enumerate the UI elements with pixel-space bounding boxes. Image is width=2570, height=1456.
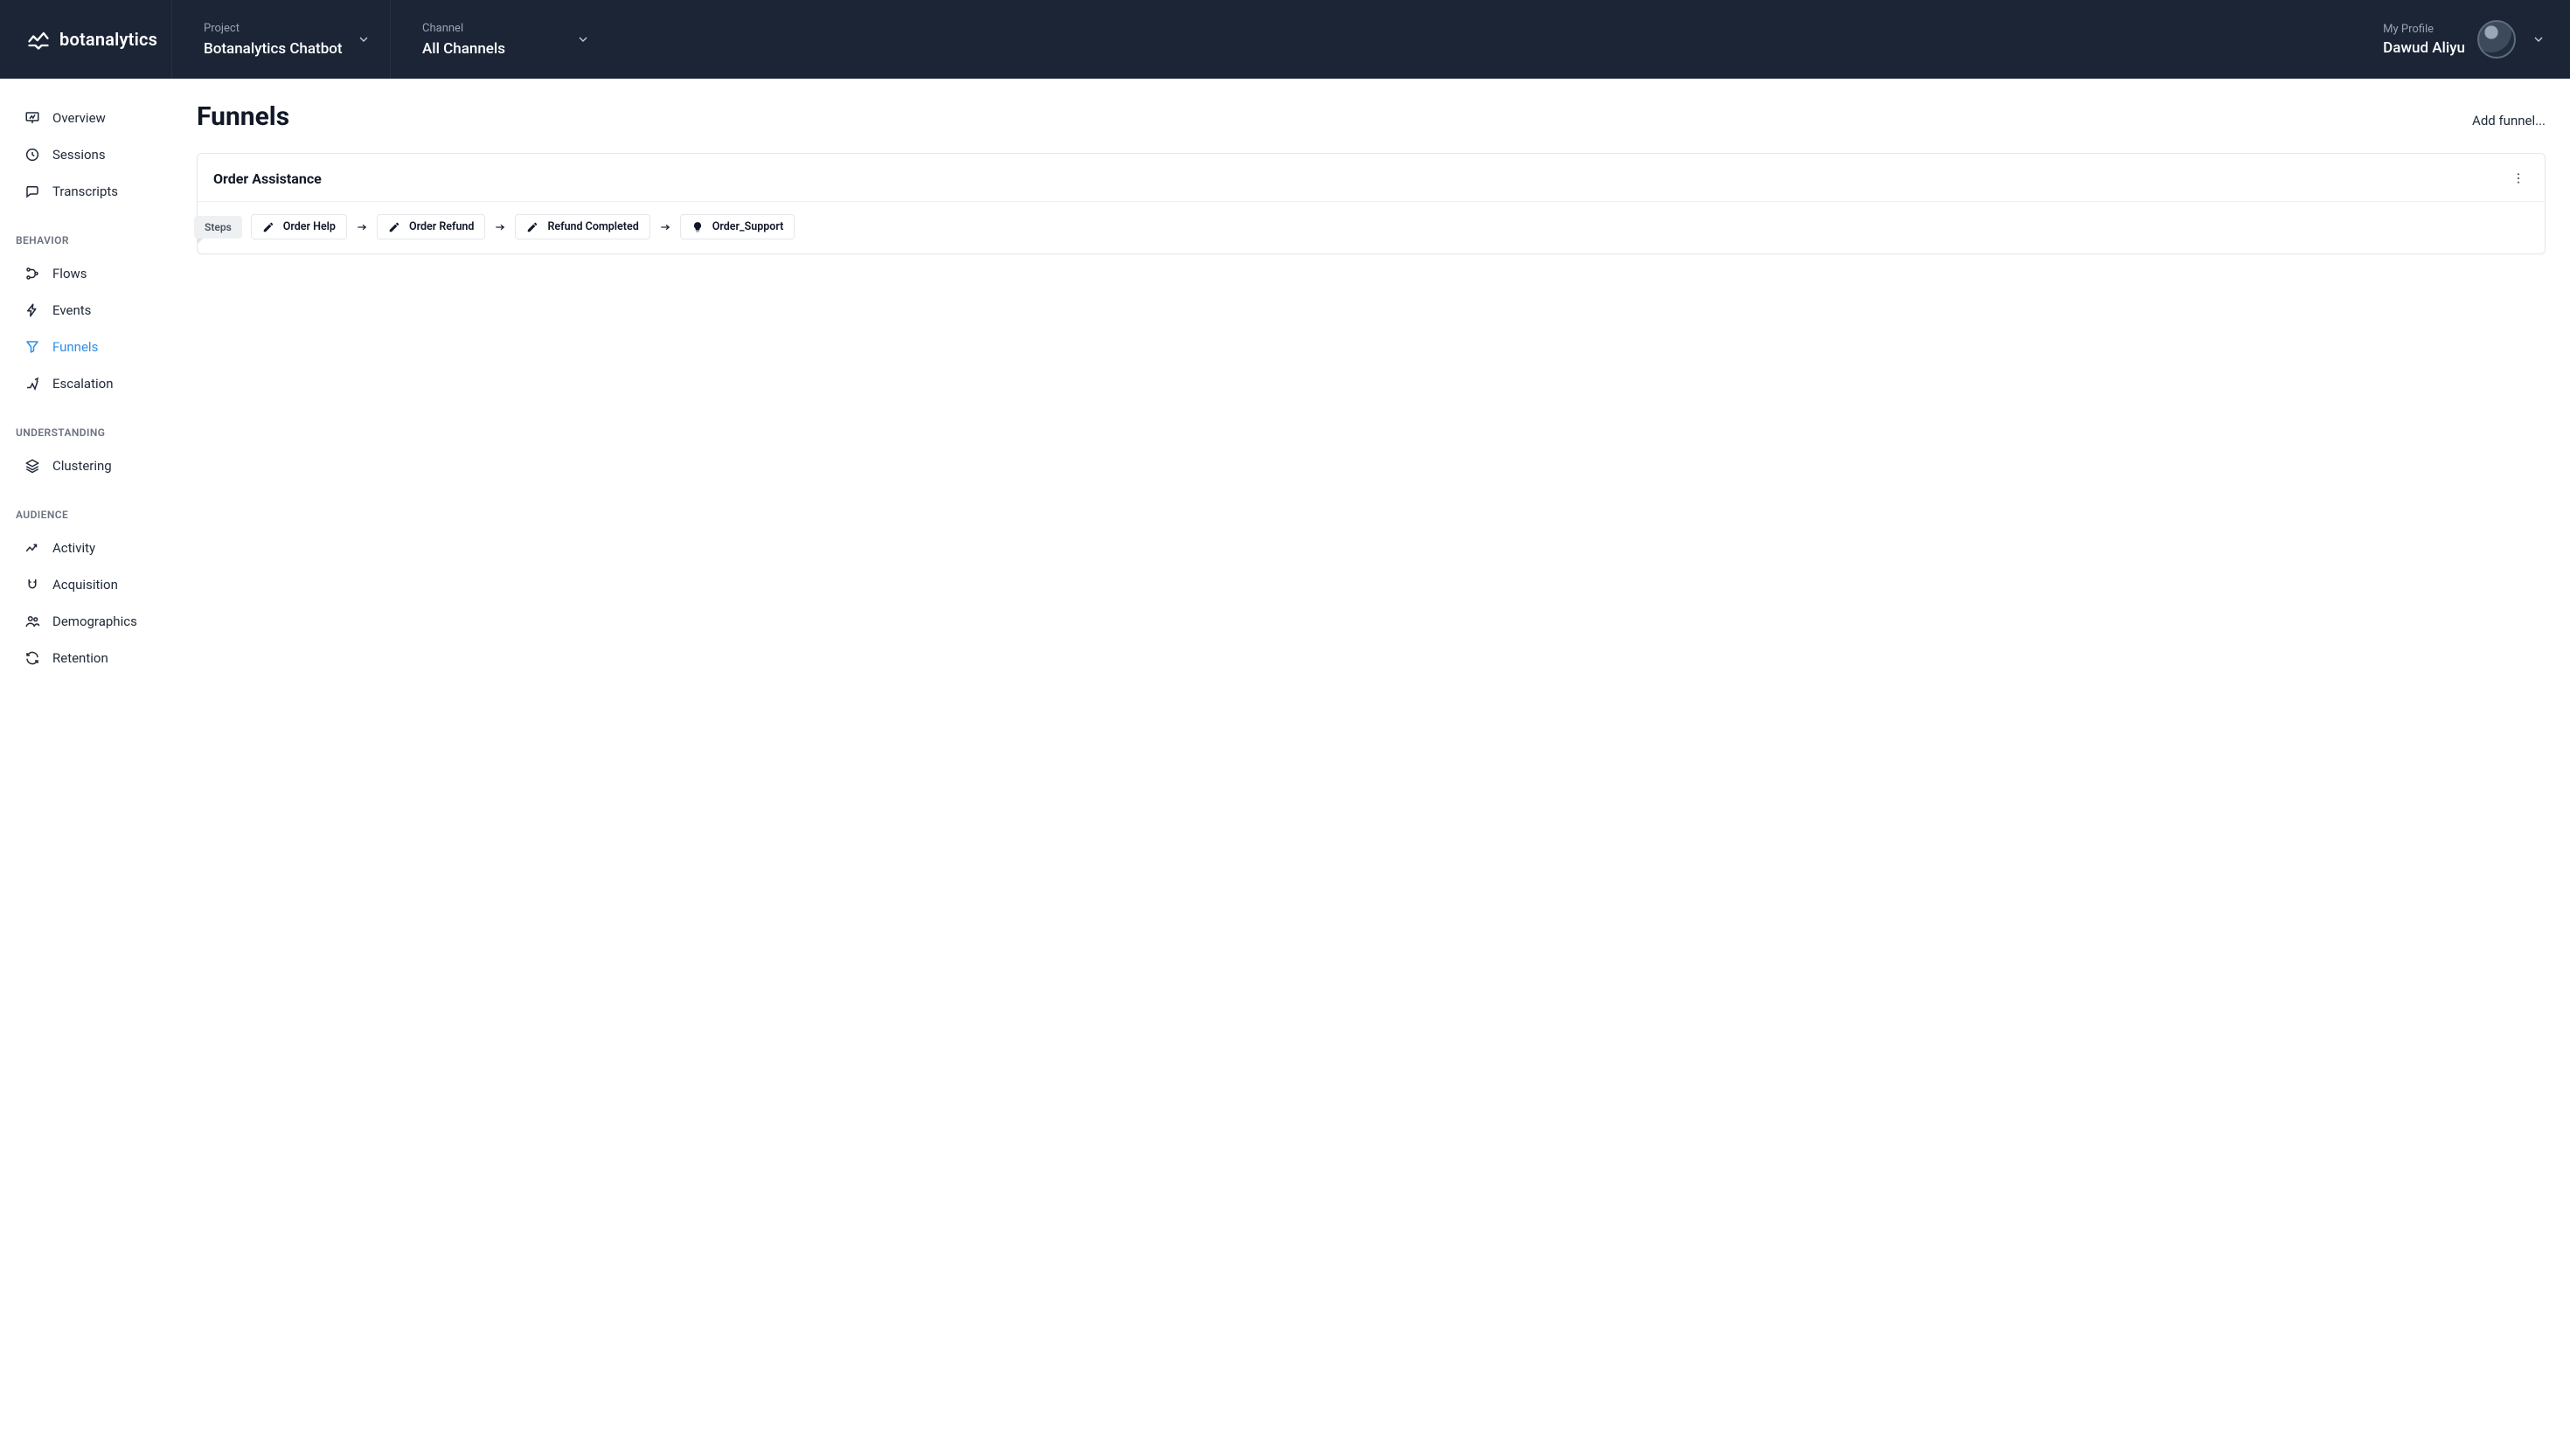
clock-icon xyxy=(24,147,40,163)
sidebar-item-label: Activity xyxy=(52,540,95,556)
sidebar-item-label: Escalation xyxy=(52,376,113,392)
sidebar: Overview Sessions Transcripts BEHAVIOR F… xyxy=(0,79,172,1456)
funnel-step-chip[interactable]: Refund Completed xyxy=(515,214,649,239)
sidebar-item-label: Overview xyxy=(52,110,106,126)
sidebar-section-behavior: BEHAVIOR xyxy=(0,210,172,255)
brand-name: botanalytics xyxy=(59,29,157,50)
people-icon xyxy=(24,614,40,629)
pencil-icon xyxy=(388,221,400,233)
sidebar-item-label: Events xyxy=(52,302,91,318)
funnel-card: Order Assistance Steps Order Help xyxy=(197,153,2546,254)
sidebar-item-escalation[interactable]: Escalation xyxy=(0,365,172,402)
bulb-icon xyxy=(691,221,704,233)
kebab-menu-icon[interactable] xyxy=(2508,168,2529,189)
profile-label: My Profile xyxy=(2383,23,2465,36)
arrow-right-icon xyxy=(494,221,506,233)
content: Funnels Add funnel... Order Assistance S… xyxy=(172,79,2570,1456)
sidebar-item-flows[interactable]: Flows xyxy=(0,255,172,292)
steps-label: Steps xyxy=(194,216,242,239)
brand-mark-icon xyxy=(26,27,51,52)
funnel-step-label: Refund Completed xyxy=(547,220,638,233)
funnel-step-label: Order Help xyxy=(283,220,336,233)
channel-selector[interactable]: Channel All Channels xyxy=(391,0,609,79)
arrow-right-icon xyxy=(356,221,368,233)
chevron-down-icon xyxy=(357,32,371,46)
flows-icon xyxy=(24,266,40,281)
magnet-icon xyxy=(24,577,40,593)
avatar xyxy=(2477,20,2516,59)
project-value: Botanalytics Chatbot xyxy=(204,40,358,58)
funnel-title: Order Assistance xyxy=(213,170,322,187)
project-label: Project xyxy=(204,22,358,35)
sidebar-item-retention[interactable]: Retention xyxy=(0,640,172,676)
sidebar-item-label: Transcripts xyxy=(52,184,118,199)
funnel-step-chip[interactable]: Order_Support xyxy=(680,214,795,239)
arrow-right-icon xyxy=(659,221,671,233)
funnel-icon xyxy=(24,339,40,355)
topbar-spacer xyxy=(609,0,2367,79)
channel-value: All Channels xyxy=(422,40,578,58)
sidebar-item-acquisition[interactable]: Acquisition xyxy=(0,566,172,603)
sidebar-item-overview[interactable]: Overview xyxy=(0,100,172,136)
sidebar-item-activity[interactable]: Activity xyxy=(0,530,172,566)
funnel-step-label: Order_Support xyxy=(712,220,784,233)
funnel-step-chip[interactable]: Order Refund xyxy=(377,214,485,239)
chevron-down-icon xyxy=(2532,32,2546,46)
sidebar-item-label: Demographics xyxy=(52,614,137,629)
pencil-icon xyxy=(262,221,274,233)
pencil-icon xyxy=(526,221,538,233)
chat-icon xyxy=(24,184,40,199)
profile-name: Dawud Aliyu xyxy=(2383,39,2465,57)
top-bar: botanalytics Project Botanalytics Chatbo… xyxy=(0,0,2570,79)
refresh-icon xyxy=(24,650,40,666)
funnel-step-chip[interactable]: Order Help xyxy=(251,214,347,239)
sidebar-item-label: Clustering xyxy=(52,458,112,474)
bolt-icon xyxy=(24,302,40,318)
trend-icon xyxy=(24,540,40,556)
funnel-step-label: Order Refund xyxy=(409,220,474,233)
project-selector[interactable]: Project Botanalytics Chatbot xyxy=(172,0,391,79)
channel-label: Channel xyxy=(422,22,578,35)
sidebar-item-clustering[interactable]: Clustering xyxy=(0,447,172,484)
sidebar-item-label: Retention xyxy=(52,650,108,666)
profile-menu[interactable]: My Profile Dawud Aliyu xyxy=(2367,0,2570,79)
brand[interactable]: botanalytics xyxy=(0,0,172,79)
steps-row: Steps Order Help xyxy=(198,214,2529,239)
escalation-icon xyxy=(24,376,40,392)
sidebar-item-label: Sessions xyxy=(52,147,106,163)
sidebar-section-understanding: UNDERSTANDING xyxy=(0,402,172,447)
presentation-icon xyxy=(24,110,40,126)
sidebar-item-events[interactable]: Events xyxy=(0,292,172,329)
sidebar-item-label: Acquisition xyxy=(52,577,118,593)
chevron-down-icon xyxy=(576,32,590,46)
layers-icon xyxy=(24,458,40,474)
add-funnel-button[interactable]: Add funnel... xyxy=(2472,113,2546,128)
page-title: Funnels xyxy=(197,101,289,132)
sidebar-item-label: Funnels xyxy=(52,339,98,355)
sidebar-item-sessions[interactable]: Sessions xyxy=(0,136,172,173)
sidebar-item-demographics[interactable]: Demographics xyxy=(0,603,172,640)
sidebar-item-label: Flows xyxy=(52,266,87,281)
sidebar-item-transcripts[interactable]: Transcripts xyxy=(0,173,172,210)
sidebar-section-audience: AUDIENCE xyxy=(0,484,172,530)
sidebar-item-funnels[interactable]: Funnels xyxy=(0,329,172,365)
